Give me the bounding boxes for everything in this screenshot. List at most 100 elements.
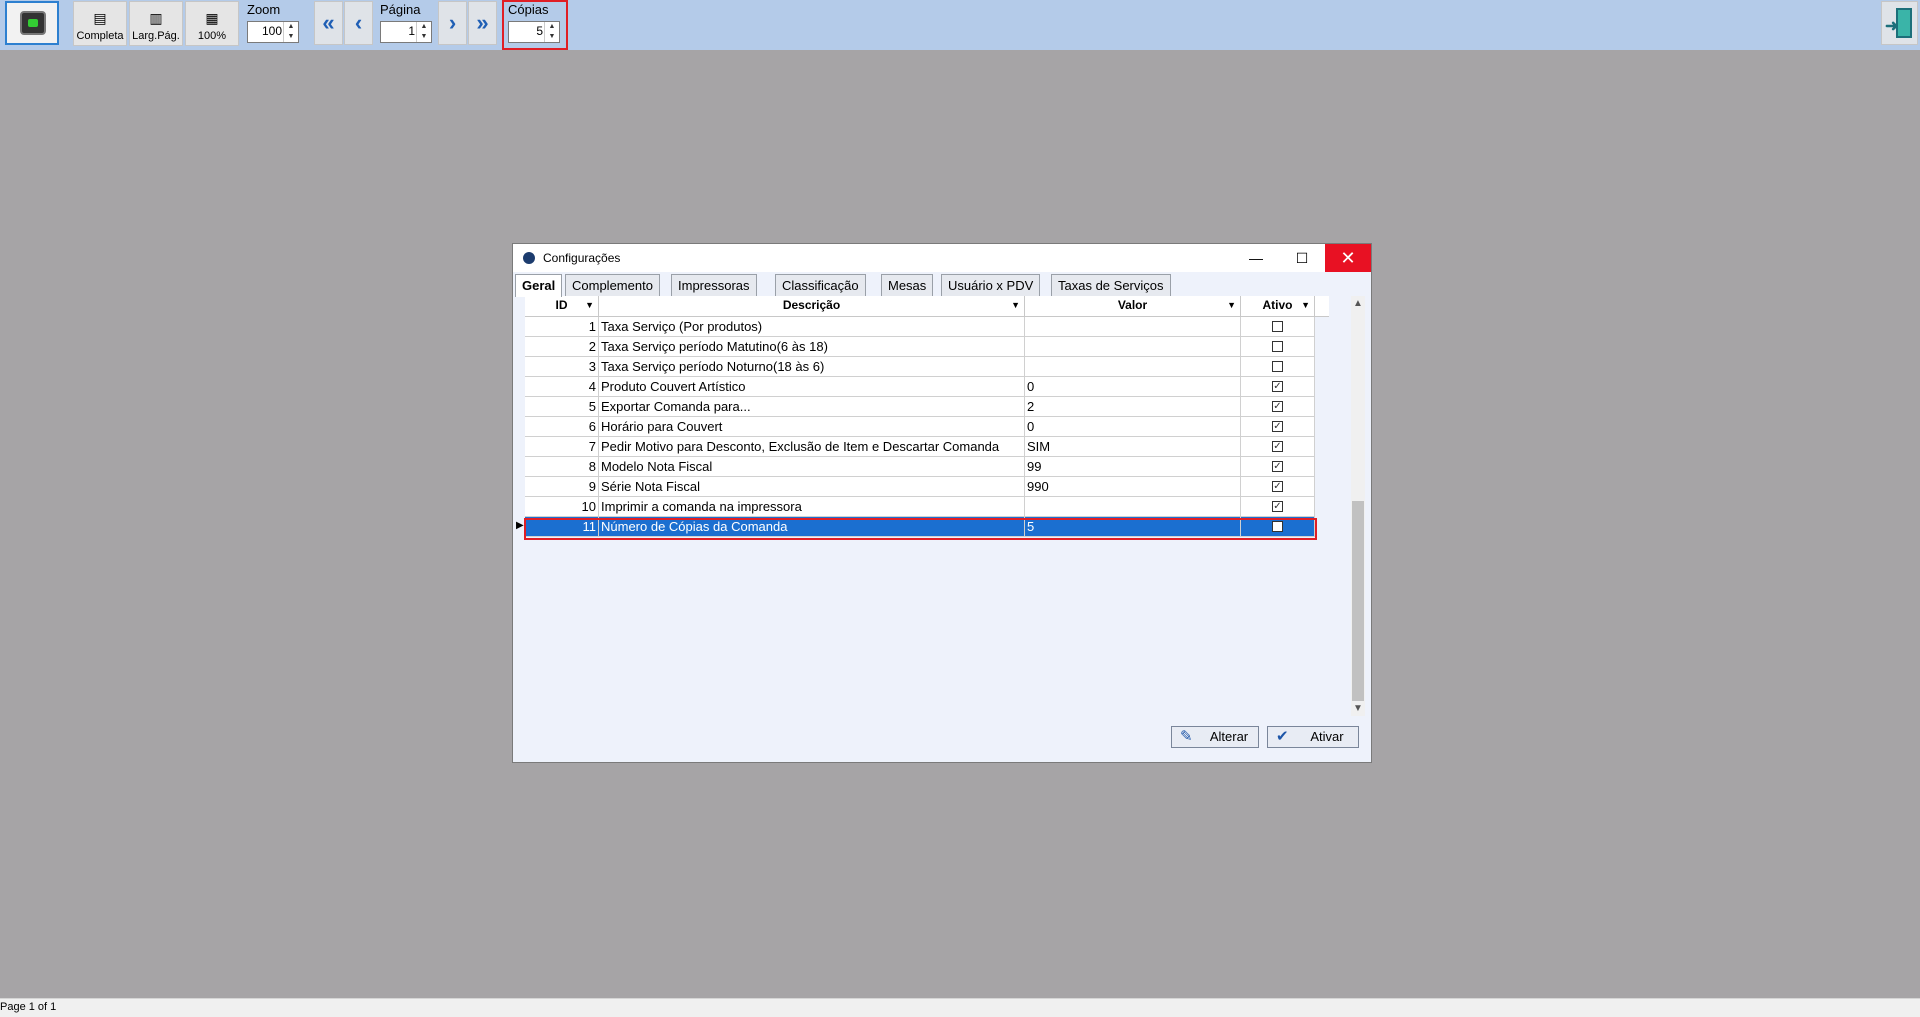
row-ativo-cell[interactable]: ✓ <box>1241 377 1315 396</box>
column-header-valor[interactable]: Valor ▼ <box>1025 296 1241 316</box>
row-descricao-cell[interactable]: Número de Cópias da Comanda <box>599 517 1025 536</box>
page-value[interactable]: 1 <box>383 24 415 38</box>
row-id-cell[interactable]: 3 <box>525 357 599 376</box>
ativo-checkbox[interactable] <box>1272 521 1283 532</box>
row-valor-cell[interactable]: 990 <box>1025 477 1241 496</box>
table-row[interactable]: 4 Produto Couvert Artístico 0 ✓ <box>525 377 1315 397</box>
print-button[interactable] <box>5 1 59 45</box>
row-id-cell[interactable]: 4 <box>525 377 599 396</box>
row-ativo-cell[interactable]: ✓ <box>1241 417 1315 436</box>
tab-mesas[interactable]: Mesas <box>881 274 934 296</box>
table-row[interactable]: 9 Série Nota Fiscal 990 ✓ <box>525 477 1315 497</box>
page-stepper[interactable]: 1 ▲ ▼ <box>380 21 432 43</box>
row-ativo-cell[interactable]: ✓ <box>1241 397 1315 416</box>
row-id-cell[interactable]: 2 <box>525 337 599 356</box>
last-page-button[interactable]: » <box>468 1 497 45</box>
row-id-cell[interactable]: 1 <box>525 317 599 336</box>
row-descricao-cell[interactable]: Modelo Nota Fiscal <box>599 457 1025 476</box>
scroll-down-icon[interactable]: ▼ <box>1351 703 1365 714</box>
zoom-stepper[interactable]: 100 ▲ ▼ <box>247 21 299 43</box>
dropdown-arrow-icon[interactable]: ▼ <box>585 296 594 314</box>
table-row[interactable]: 7 Pedir Motivo para Desconto, Exclusão de… <box>525 437 1315 457</box>
row-ativo-cell[interactable] <box>1241 317 1315 336</box>
ativo-checkbox[interactable]: ✓ <box>1272 421 1283 432</box>
row-id-cell[interactable]: 10 <box>525 497 599 516</box>
tab-geral[interactable]: Geral <box>515 274 563 297</box>
row-id-cell[interactable]: 5 <box>525 397 599 416</box>
row-descricao-cell[interactable]: Horário para Couvert <box>599 417 1025 436</box>
row-valor-cell[interactable]: 0 <box>1025 417 1241 436</box>
row-descricao-cell[interactable]: Exportar Comanda para... <box>599 397 1025 416</box>
vertical-scrollbar[interactable]: ▲ ▼ <box>1351 296 1365 716</box>
row-valor-cell[interactable]: 0 <box>1025 377 1241 396</box>
column-header-ativo[interactable]: Ativo ▼ <box>1241 296 1315 316</box>
ativo-checkbox[interactable] <box>1272 361 1283 372</box>
next-page-button[interactable]: › <box>438 1 467 45</box>
table-row[interactable]: 5 Exportar Comanda para... 2 ✓ <box>525 397 1315 417</box>
column-header-descricao[interactable]: Descrição ▼ <box>599 296 1025 316</box>
row-descricao-cell[interactable]: Taxa Serviço período Matutino(6 às 18) <box>599 337 1025 356</box>
dialog-titlebar[interactable]: Configurações — ☐ ✕ <box>513 244 1371 272</box>
maximize-button[interactable]: ☐ <box>1279 244 1325 272</box>
row-valor-cell[interactable] <box>1025 497 1241 516</box>
table-row[interactable]: 1 Taxa Serviço (Por produtos) <box>525 317 1315 337</box>
row-valor-cell[interactable]: SIM <box>1025 437 1241 456</box>
tab-usuario-x-pdv[interactable]: Usuário x PDV <box>941 274 1041 296</box>
row-descricao-cell[interactable]: Produto Couvert Artístico <box>599 377 1025 396</box>
row-valor-cell[interactable] <box>1025 357 1241 376</box>
row-valor-cell[interactable]: 2 <box>1025 397 1241 416</box>
ativo-checkbox[interactable]: ✓ <box>1272 481 1283 492</box>
row-valor-cell[interactable] <box>1025 317 1241 336</box>
spin-arrows-icon[interactable]: ▲ ▼ <box>283 22 298 42</box>
first-page-button[interactable]: « <box>314 1 343 45</box>
table-row[interactable]: 10 Imprimir a comanda na impressora ✓ <box>525 497 1315 517</box>
column-header-id[interactable]: ID ▼ <box>525 296 599 316</box>
table-row[interactable]: 8 Modelo Nota Fiscal 99 ✓ <box>525 457 1315 477</box>
ativo-checkbox[interactable]: ✓ <box>1272 401 1283 412</box>
row-ativo-cell[interactable]: ✓ <box>1241 457 1315 476</box>
ativo-checkbox[interactable]: ✓ <box>1272 381 1283 392</box>
view-page-width-button[interactable]: ▥ Larg.Pág. <box>129 1 183 46</box>
row-descricao-cell[interactable]: Série Nota Fiscal <box>599 477 1025 496</box>
row-id-cell[interactable]: 7 <box>525 437 599 456</box>
previous-page-button[interactable]: ‹ <box>344 1 373 45</box>
view-actual-size-button[interactable]: ▦ 100% <box>185 1 239 46</box>
table-row[interactable]: 6 Horário para Couvert 0 ✓ <box>525 417 1315 437</box>
row-ativo-cell[interactable] <box>1241 337 1315 356</box>
row-descricao-cell[interactable]: Taxa Serviço (Por produtos) <box>599 317 1025 336</box>
row-valor-cell[interactable]: 5 <box>1025 517 1241 536</box>
spin-arrows-icon[interactable]: ▲ ▼ <box>416 22 431 42</box>
close-button[interactable]: ✕ <box>1325 244 1371 272</box>
tab-impressoras[interactable]: Impressoras <box>671 274 757 296</box>
row-ativo-cell[interactable] <box>1241 357 1315 376</box>
row-valor-cell[interactable]: 99 <box>1025 457 1241 476</box>
row-ativo-cell[interactable]: ✓ <box>1241 497 1315 516</box>
tab-taxas-de-servicos[interactable]: Taxas de Serviços <box>1051 274 1171 296</box>
row-ativo-cell[interactable]: ✓ <box>1241 437 1315 456</box>
tab-classificacao[interactable]: Classificação <box>775 274 866 296</box>
ativo-checkbox[interactable]: ✓ <box>1272 441 1283 452</box>
minimize-button[interactable]: — <box>1233 244 1279 272</box>
ativar-button[interactable]: ✔ Ativar <box>1267 726 1359 748</box>
view-full-page-button[interactable]: ▤ Completa <box>73 1 127 46</box>
row-valor-cell[interactable] <box>1025 337 1241 356</box>
alterar-button[interactable]: ✎ Alterar <box>1171 726 1259 748</box>
dropdown-arrow-icon[interactable]: ▼ <box>1301 296 1310 314</box>
ativo-checkbox[interactable]: ✓ <box>1272 501 1283 512</box>
row-id-cell[interactable]: 11 <box>525 517 599 536</box>
row-descricao-cell[interactable]: Pedir Motivo para Desconto, Exclusão de … <box>599 437 1025 456</box>
table-row[interactable]: 3 Taxa Serviço período Noturno(18 às 6) <box>525 357 1315 377</box>
dropdown-arrow-icon[interactable]: ▼ <box>1011 296 1020 314</box>
tab-complemento[interactable]: Complemento <box>565 274 660 296</box>
table-row[interactable]: 11 Número de Cópias da Comanda 5 <box>525 517 1315 537</box>
scroll-up-icon[interactable]: ▲ <box>1351 298 1365 309</box>
dropdown-arrow-icon[interactable]: ▼ <box>1227 296 1236 314</box>
ativo-checkbox[interactable] <box>1272 341 1283 352</box>
ativo-checkbox[interactable] <box>1272 321 1283 332</box>
exit-button[interactable]: ➜ <box>1881 1 1918 45</box>
table-row[interactable]: 2 Taxa Serviço período Matutino(6 às 18) <box>525 337 1315 357</box>
row-descricao-cell[interactable]: Taxa Serviço período Noturno(18 às 6) <box>599 357 1025 376</box>
row-id-cell[interactable]: 8 <box>525 457 599 476</box>
row-id-cell[interactable]: 6 <box>525 417 599 436</box>
row-id-cell[interactable]: 9 <box>525 477 599 496</box>
